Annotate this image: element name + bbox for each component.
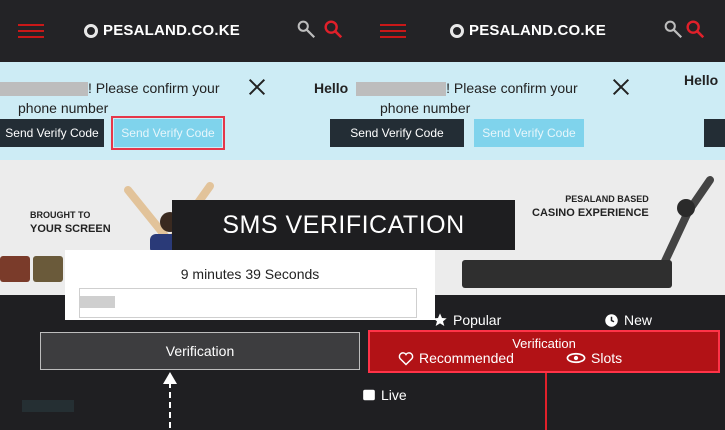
star-icon [433, 313, 447, 326]
logo-mark-icon [84, 23, 98, 38]
notice-message: Hello ! Please confirm your [314, 80, 578, 97]
site-logo[interactable]: PESALAND.CO.KE [450, 22, 606, 39]
verify-notice-left: ! Please confirm your phone number Send … [0, 62, 362, 160]
send-verify-code-button-clipped[interactable] [704, 119, 725, 147]
search-icon[interactable] [322, 18, 344, 40]
logo-text: PESALAND.CO.KE [103, 22, 240, 39]
hamburger-icon[interactable] [380, 24, 406, 38]
send-verify-code-button-highlight[interactable]: Send Verify Code [111, 116, 225, 150]
send-verify-code-button[interactable]: Send Verify Code [0, 119, 104, 147]
category-popular[interactable]: Popular [432, 312, 501, 328]
sms-verification-dialog: 9 minutes 39 Seconds [65, 250, 435, 320]
verify-notice-right: Hello ! Please confirm your phone number… [314, 62, 725, 160]
masked-username [356, 82, 447, 97]
close-icon[interactable] [246, 76, 268, 98]
send-verify-code-button-light[interactable]: Send Verify Code [474, 119, 584, 147]
masked-username [0, 82, 88, 97]
live-icon [363, 389, 375, 401]
site-logo[interactable]: PESALAND.CO.KE [84, 22, 240, 39]
search-icon[interactable] [684, 18, 706, 40]
notice-message-line2: phone number [380, 100, 471, 116]
verification-code-input[interactable] [79, 288, 417, 318]
sms-verification-title: SMS VERIFICATION [172, 200, 515, 250]
cards-icon [566, 352, 586, 364]
user-icon[interactable] [662, 18, 684, 40]
category-slots[interactable]: Slots [566, 350, 622, 366]
verification-button[interactable]: Verification [40, 332, 360, 370]
countdown-timer: 9 minutes 39 Seconds [180, 266, 320, 282]
casino-collage-image [462, 260, 672, 288]
verification-button-highlighted[interactable]: Verification Recommended Slots [368, 330, 720, 373]
banner-right-text: PesaLand based casino experience [532, 194, 649, 219]
logo-mark-icon [450, 23, 464, 38]
header-right: PESALAND.CO.KE [362, 0, 725, 62]
category-new[interactable]: New [604, 312, 652, 328]
close-icon[interactable] [610, 76, 632, 98]
faint-footer-text [22, 400, 74, 412]
banner-left-text: Brought to your screen [30, 210, 111, 235]
notice-message-line2: phone number [18, 100, 109, 116]
category-recommended[interactable]: Recommended [398, 350, 514, 366]
greeting-far: Hello [684, 72, 719, 88]
category-live[interactable]: Live [362, 387, 407, 403]
annotation-arrow-up-icon [163, 372, 177, 430]
verification-label: Verification [512, 336, 576, 351]
masked-code [79, 296, 115, 308]
user-icon[interactable] [295, 18, 317, 40]
logo-text: PESALAND.CO.KE [469, 22, 606, 39]
notice-message: ! Please confirm your [0, 78, 220, 98]
annotation-arrow-red-icon [545, 373, 547, 430]
send-verify-code-button[interactable]: Send Verify Code [330, 119, 464, 147]
heart-icon [398, 351, 414, 366]
header-left: PESALAND.CO.KE [0, 0, 362, 62]
hamburger-icon[interactable] [18, 24, 44, 38]
clock-icon [605, 313, 618, 327]
